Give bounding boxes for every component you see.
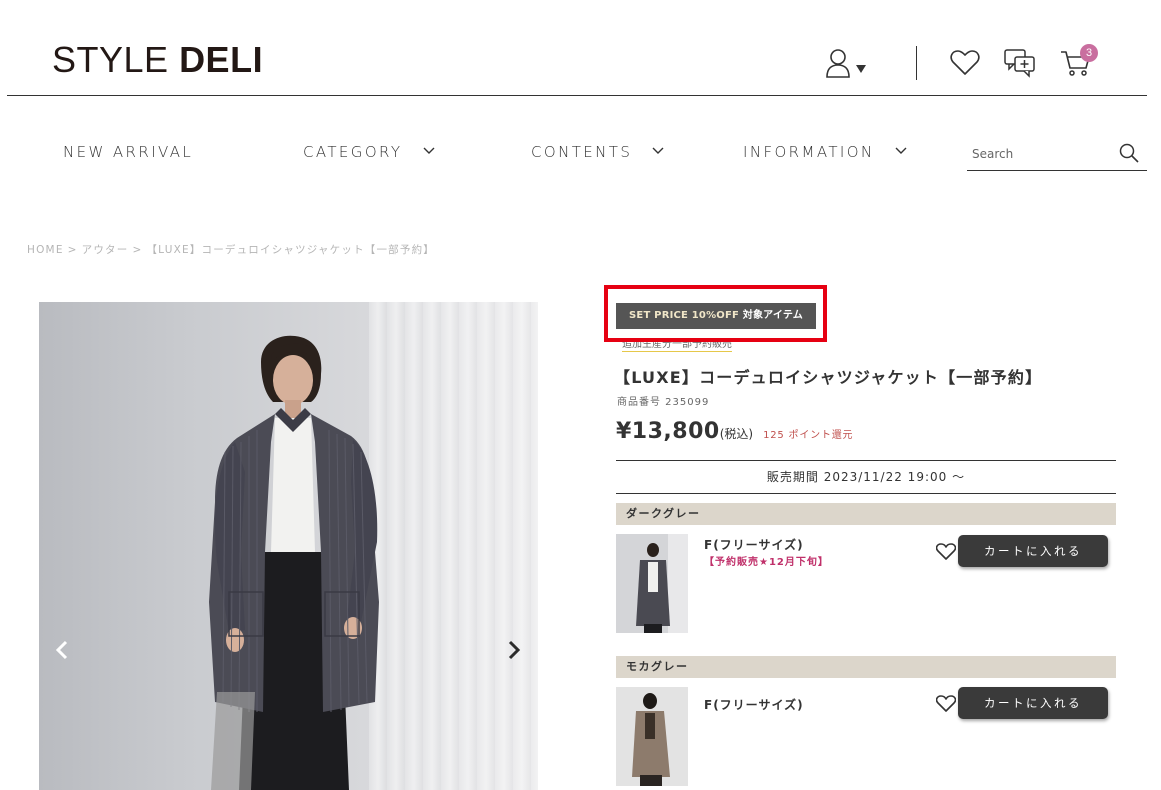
nav-contents[interactable]: CONTENTS [531,142,665,162]
search-box [967,138,1147,171]
nav-label: CONTENTS [531,143,633,161]
chevron-down-icon [652,147,664,154]
cart-count-badge: 3 [1080,44,1098,62]
next-image-arrow[interactable] [507,640,521,660]
chevron-down-icon [423,147,435,154]
prev-image-arrow[interactable] [55,640,69,660]
search-input[interactable] [972,144,1112,164]
thumbnail-image [616,687,688,786]
product-title: 【LUXE】コーデュロイシャツジャケット【一部予約】 [614,368,1043,387]
heart-icon[interactable] [950,50,980,76]
logo-text-light: STYLE [52,39,180,80]
breadcrumb-home[interactable]: HOME [27,244,64,256]
size-label: F(フリーサイズ) [704,698,804,712]
add-to-cart-button[interactable]: カートに入れる [958,687,1108,719]
breadcrumb-separator: > [67,244,78,256]
nav-information[interactable]: INFORMATION [743,142,908,162]
color-header-dark-grey: ダークグレー [616,503,1116,525]
color-header-mocha-grey: モカグレー [616,656,1116,678]
nav-label: NEW ARRIVAL [63,143,194,161]
site-logo[interactable]: STYLE DELI [52,40,263,80]
header-icons: 3 [820,44,1110,84]
caret-down-icon[interactable] [856,64,866,74]
add-to-cart-button[interactable]: カートに入れる [958,535,1108,567]
search-icon[interactable] [1119,143,1139,163]
price-row: ¥13,800(税込) 125 ポイント還元 [616,418,853,450]
nav-label: CATEGORY [303,143,403,161]
variant-thumbnail-mocha-grey[interactable] [616,687,688,786]
tax-label: (税込) [719,427,754,441]
breadcrumb-separator: > [132,244,143,256]
sale-period: 販売期間 2023/11/22 19:00 〜 [616,460,1116,494]
chat-add-icon[interactable] [1004,48,1036,78]
model-illustration [209,335,379,790]
logo-text-bold: DELI [179,39,264,80]
chevron-down-icon [895,147,907,154]
nav-category[interactable]: CATEGORY [303,142,436,162]
header-divider-line [7,95,1147,96]
favorite-heart-icon[interactable] [936,695,956,712]
breadcrumb-current: 【LUXE】コーデュロイシャツジャケット【一部予約】 [146,244,435,256]
product-main-image[interactable] [39,302,538,790]
points-label: 125 ポイント還元 [763,430,854,441]
variant-thumbnail-dark-grey[interactable] [616,534,688,633]
nav-label: INFORMATION [743,143,875,161]
product-code: 商品番号 235099 [617,397,710,408]
preorder-note: 【予約販売★12月下旬】 [704,557,829,568]
price-amount: ¥13,800 [616,419,720,444]
favorite-heart-icon[interactable] [936,543,956,560]
breadcrumb: HOME > アウター > 【LUXE】コーデュロイシャツジャケット【一部予約】 [27,243,435,257]
size-label: F(フリーサイズ) [704,538,804,552]
user-icon[interactable] [825,48,855,78]
thumbnail-image [616,534,688,633]
highlight-frame [604,285,827,342]
breadcrumb-outer[interactable]: アウター [82,244,129,256]
nav-new-arrival[interactable]: NEW ARRIVAL [63,142,193,162]
header-divider [916,46,917,80]
